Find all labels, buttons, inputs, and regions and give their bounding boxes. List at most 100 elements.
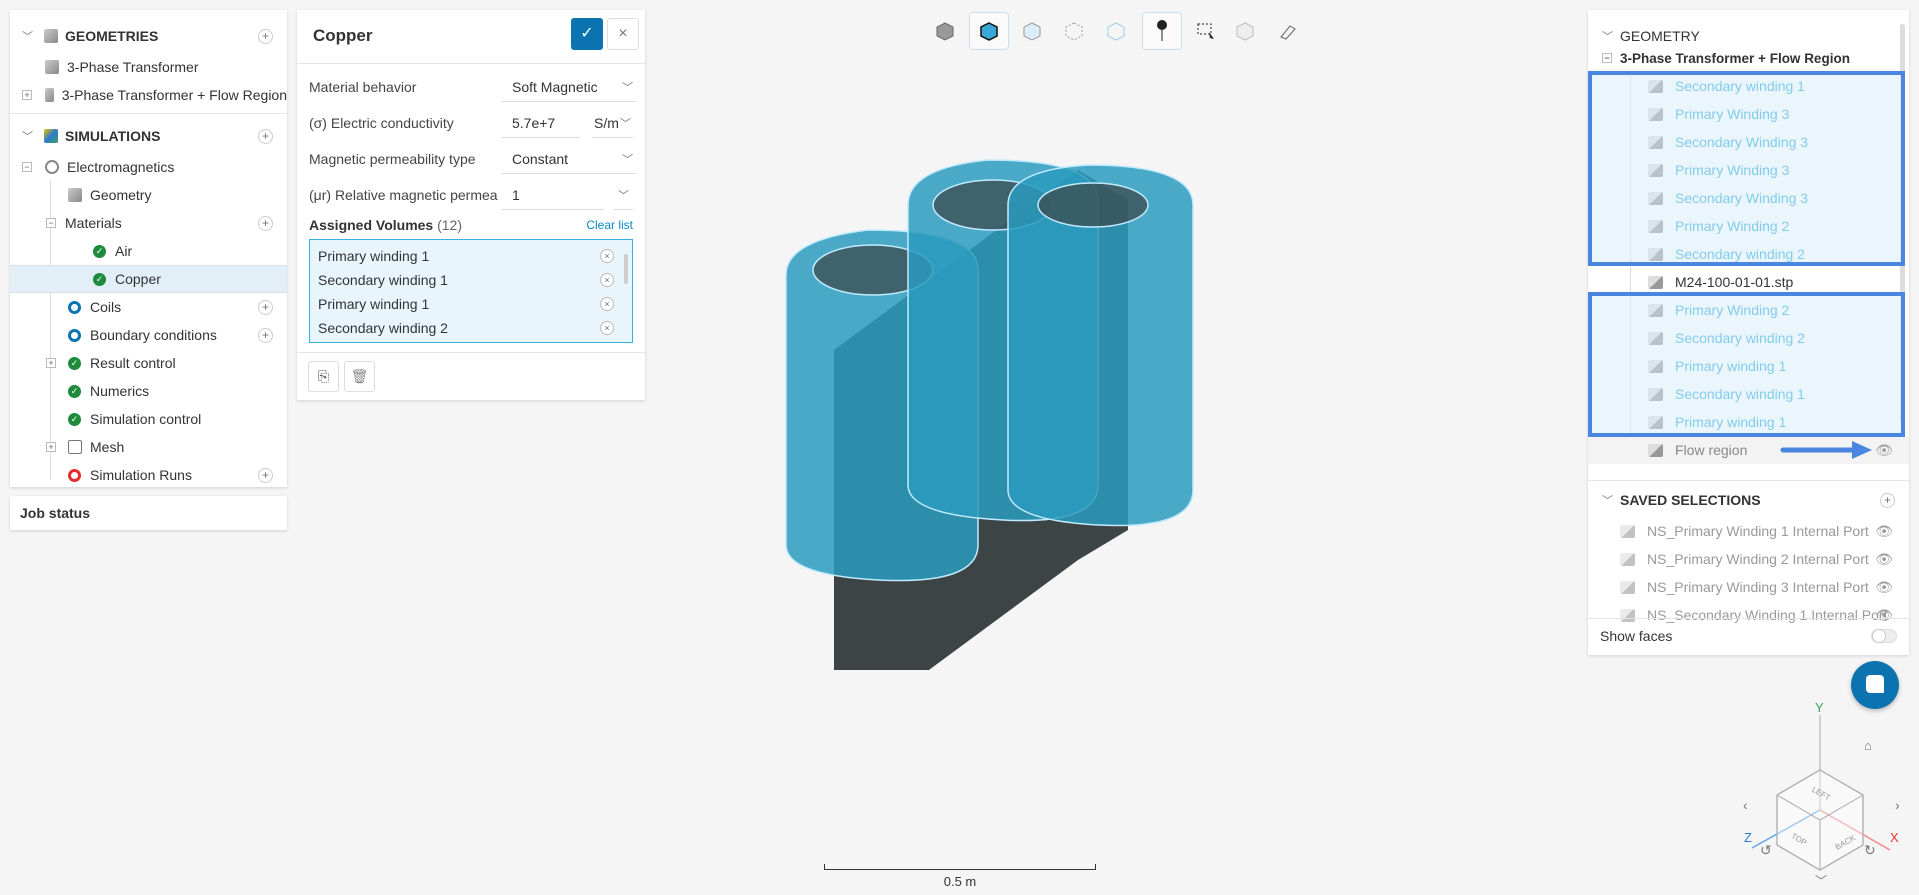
add-coil-button[interactable]: + [258,299,273,315]
remove-icon[interactable]: × [600,273,614,287]
axis-x-label: X [1890,830,1899,845]
simulations-header[interactable]: ﹀ SIMULATIONS + [10,122,287,150]
geometries-header[interactable]: ﹀ GEOMETRIES + [10,22,287,50]
eye-icon[interactable]: 👁 [1875,607,1893,624]
rotate-cw-icon[interactable]: ↻ [1864,842,1876,858]
saved-selection-item[interactable]: NS_Primary Winding 3 Internal Port 👁 [1588,573,1909,601]
simulation-tree-panel: ﹀ GEOMETRIES + 3-Phase Transformer +3-Ph… [10,10,287,487]
collapse-icon[interactable]: − [22,162,32,172]
assigned-volumes-list[interactable]: Primary winding 1 × Secondary winding 1 × … [309,239,633,343]
conductivity-input[interactable]: 5.7e+7 [502,108,580,138]
remove-icon[interactable]: × [600,297,614,311]
eye-icon[interactable]: 👁 [1875,523,1893,540]
solid-view-icon[interactable] [925,12,965,50]
collapse-icon[interactable]: − [1602,53,1612,63]
chevron-down-icon[interactable]: ﹀ [1602,492,1613,508]
tree-item-geometry-1[interactable]: 3-Phase Transformer [10,53,287,81]
selection-highlight-box [1588,292,1905,437]
home-icon[interactable]: ⌂ [1864,738,1872,753]
tree-item-simulation-runs[interactable]: Simulation Runs + [10,461,287,489]
assigned-volumes-label: Assigned Volumes [309,217,434,233]
winding-right [1007,164,1194,527]
tree-item-numerics[interactable]: ✓ Numerics [10,377,287,405]
assigned-volume-item[interactable]: Primary winding 1 × [310,292,632,316]
remove-icon[interactable]: × [600,321,614,335]
faces-icon [1620,552,1635,566]
clear-list-link[interactable]: Clear list [586,218,633,232]
permeability-dropdown[interactable]: ﹀ [614,180,633,210]
relative-permeability-input[interactable]: 1 [502,180,604,210]
permeability-type-select[interactable]: Constant ﹀ [502,144,637,174]
wireframe-icon[interactable] [1054,12,1094,50]
assigned-volume-item[interactable]: Primary winding 1 × [310,244,632,268]
copy-button[interactable]: ⎘ [308,361,339,392]
chevron-down-icon: ﹀ [622,81,633,94]
relative-permeability-field[interactable]: (μr) Relative magnetic permea... 1 ﹀ [309,177,633,213]
geometry-root[interactable]: −3-Phase Transformer + Flow Region [1588,44,1909,72]
view-cube[interactable]: LEFT TOP BACK Y X Z ⌂ ‹ › ↺ ↻ ﹀ [1740,700,1919,890]
delete-button[interactable]: 🗑 [344,361,375,392]
add-selection-button[interactable]: + [1880,492,1895,508]
assigned-volume-item[interactable]: Secondary winding 1 × [310,268,632,292]
tree-item-result-control[interactable]: + ✓ Result control [10,349,287,377]
transformer-3d-model[interactable] [778,150,1218,670]
rotate-ccw-icon[interactable]: ↺ [1760,842,1772,858]
tree-item-geometry[interactable]: Geometry [10,181,287,209]
unit-select[interactable]: S/m ﹀ [592,108,633,138]
geometry-check-icon [68,188,82,202]
chevron-down-icon[interactable]: ﹀ [1602,28,1613,44]
tree-item-air[interactable]: ✓ Air [10,237,287,265]
tree-item-coils[interactable]: Coils + [10,293,287,321]
list-scrollbar[interactable] [624,254,628,284]
probe-pin-icon[interactable] [1142,12,1182,50]
tree-item-mesh[interactable]: + Mesh [10,433,287,461]
expand-icon[interactable]: + [46,358,56,368]
chevron-down-icon[interactable]: ﹀ [22,128,33,144]
add-simulation-button[interactable]: + [258,128,273,144]
tree-item-electromagnetics[interactable]: − Electromagnetics [10,153,287,181]
confirm-button[interactable]: ✓ [571,18,603,50]
points-icon[interactable] [1096,12,1136,50]
material-behavior-field[interactable]: Material behavior Soft Magnetic ﹀ [309,69,637,105]
transparent-icon[interactable] [1012,12,1052,50]
check-icon: ✓ [93,272,106,286]
eye-icon[interactable]: 👁 [1875,551,1893,568]
permeability-type-field[interactable]: Magnetic permeability type Constant ﹀ [309,141,637,177]
material-behavior-select[interactable]: Soft Magnetic ﹀ [502,72,637,102]
faces-icon [1620,524,1635,538]
faces-icon [1620,608,1635,622]
saved-selections-header[interactable]: ﹀ SAVED SELECTIONS + [1588,486,1909,514]
tree-item-boundary-conditions[interactable]: Boundary conditions + [10,321,287,349]
saved-selection-item[interactable]: NS_Primary Winding 1 Internal Port 👁 [1588,517,1909,545]
solid-edges-icon[interactable] [969,12,1009,50]
saved-selection-item[interactable]: NS_Primary Winding 2 Internal Port 👁 [1588,545,1909,573]
add-material-button[interactable]: + [258,215,273,231]
rotate-down-arrow-icon[interactable]: ﹀ [1815,874,1827,888]
rotate-right-arrow-icon[interactable]: › [1895,797,1900,813]
mesh-icon[interactable] [1225,12,1265,50]
add-run-button[interactable]: + [258,467,273,483]
box-select-icon[interactable] [1186,12,1226,50]
conductivity-field[interactable]: (σ) Electric conductivity 5.7e+7 S/m ﹀ [309,105,633,141]
chevron-down-icon: ﹀ [622,153,633,166]
chevron-down-icon[interactable]: ﹀ [22,28,33,44]
eye-icon[interactable]: 👁 [1875,579,1893,596]
tree-item-materials[interactable]: − Materials + [10,209,287,237]
add-boundary-button[interactable]: + [258,327,273,343]
tree-item-copper[interactable]: ✓ Copper [10,265,287,293]
tree-item-simulation-control[interactable]: ✓ Simulation control [10,405,287,433]
collapse-icon[interactable]: − [46,218,56,228]
close-button[interactable]: × [607,18,639,50]
add-geometry-button[interactable]: + [258,28,273,44]
show-faces-toggle[interactable] [1871,629,1897,643]
assigned-volume-item[interactable]: Secondary winding 2 × [310,316,632,340]
measure-icon[interactable] [1268,12,1308,50]
expand-icon[interactable]: + [46,442,56,452]
expand-icon[interactable]: + [22,90,32,100]
rotate-left-arrow-icon[interactable]: ‹ [1743,797,1748,813]
faces-icon [1620,580,1635,594]
job-status-panel[interactable]: Job status [10,496,287,530]
chat-icon [1866,675,1884,693]
remove-icon[interactable]: × [600,249,614,263]
tree-item-geometry-2[interactable]: +3-Phase Transformer + Flow Region [10,81,287,109]
